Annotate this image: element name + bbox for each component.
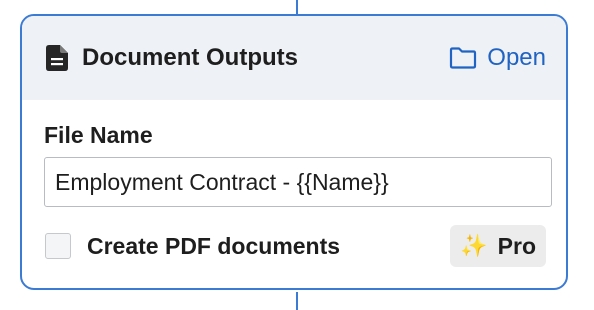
card-title: Document Outputs [82, 44, 298, 71]
header-title-group: Document Outputs [46, 44, 298, 72]
card-header: Document Outputs Open [22, 16, 566, 100]
document-outputs-card: Document Outputs Open File Name Create P… [20, 14, 568, 290]
document-icon [46, 45, 68, 71]
pro-badge[interactable]: ✨ Pro [450, 225, 546, 267]
folder-icon [449, 47, 477, 69]
create-pdf-checkbox[interactable] [45, 233, 71, 259]
card-body: File Name Create PDF documents ✨ Pro [22, 100, 566, 267]
create-pdf-label: Create PDF documents [87, 232, 341, 259]
file-name-label: File Name [44, 122, 153, 148]
create-pdf-toggle[interactable]: Create PDF documents [44, 233, 340, 260]
sparkles-icon: ✨ [460, 233, 488, 258]
pdf-option-row: Create PDF documents ✨ Pro [44, 225, 546, 267]
pro-badge-label: Pro [497, 232, 536, 259]
connector-line-bottom [296, 292, 298, 310]
file-name-input[interactable] [44, 157, 552, 207]
open-button[interactable]: Open [449, 44, 546, 72]
open-button-label: Open [487, 44, 546, 71]
